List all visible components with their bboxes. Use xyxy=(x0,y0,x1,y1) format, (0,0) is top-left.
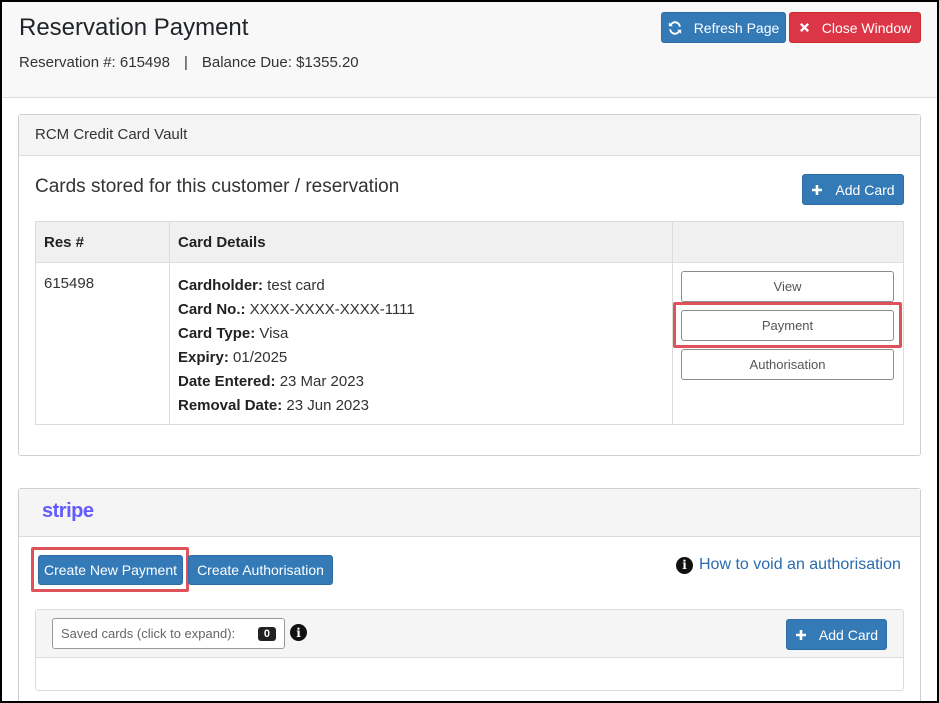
info-icon: i xyxy=(676,556,693,574)
create-authorisation-button[interactable]: Create Authorisation xyxy=(188,555,333,585)
expiry-line: Expiry: 01/2025 xyxy=(178,346,415,370)
add-card-label: Add Card xyxy=(835,181,895,198)
cardholder-label: Cardholder: xyxy=(178,277,264,294)
expiry-value: 01/2025 xyxy=(228,349,288,366)
page-header: Reservation Payment Reservation #: 61549… xyxy=(2,2,937,98)
table-row: 615498 Cardholder: test card Card No.: X… xyxy=(36,263,903,424)
saved-cards-label: Saved cards (click to expand): xyxy=(61,626,236,641)
saved-cards-section: Saved cards (click to expand): 0 i Add C… xyxy=(35,609,904,691)
refresh-page-label: Refresh Page xyxy=(693,19,780,36)
refresh-icon xyxy=(668,20,682,35)
add-card-button[interactable]: Add Card xyxy=(802,174,904,205)
cardholder-value: test card xyxy=(263,277,325,294)
page-title: Reservation Payment xyxy=(19,14,249,41)
saved-cards-info-icon[interactable]: i xyxy=(290,624,307,641)
summary-separator: | xyxy=(183,54,188,71)
stripe-panel: stripe Create New Payment Create Authori… xyxy=(18,488,921,701)
reservation-number: Reservation #: 615498 xyxy=(19,54,170,71)
expiry-label: Expiry: xyxy=(178,349,229,366)
stripe-add-card-label: Add Card xyxy=(818,626,879,643)
refresh-page-button[interactable]: Refresh Page xyxy=(661,12,786,43)
card-vault-panel: RCM Credit Card Vault Cards stored for t… xyxy=(18,114,921,456)
close-icon xyxy=(799,22,810,33)
stored-cards-title: Cards stored for this customer / reserva… xyxy=(35,176,400,197)
stripe-logo: stripe xyxy=(42,500,94,522)
table-header-row: Res # Card Details xyxy=(36,222,903,263)
saved-cards-bar: Saved cards (click to expand): 0 i Add C… xyxy=(36,610,903,658)
view-card-button[interactable]: View xyxy=(681,271,894,302)
card-number-label: Card No.: xyxy=(178,301,246,318)
card-type-value: Visa xyxy=(255,325,289,342)
window-frame: Reservation Payment Reservation #: 61549… xyxy=(0,0,939,703)
removal-date-label: Removal Date: xyxy=(178,397,283,414)
card-vault-heading: RCM Credit Card Vault xyxy=(19,115,920,156)
res-number-cell: 615498 xyxy=(44,275,95,292)
plus-icon xyxy=(795,629,807,641)
card-number-value: XXXX-XXXX-XXXX-1111 xyxy=(245,301,415,318)
table-header-res: Res # xyxy=(44,234,85,251)
card-details-cell: Cardholder: test card Card No.: XXXX-XXX… xyxy=(178,274,415,418)
payment-button[interactable]: Payment xyxy=(681,310,894,341)
removal-date-value: 23 Jun 2023 xyxy=(282,397,369,414)
saved-cards-toggle[interactable]: Saved cards (click to expand): 0 xyxy=(52,618,285,649)
saved-cards-count-badge: 0 xyxy=(257,627,276,641)
date-entered-label: Date Entered: xyxy=(178,373,276,390)
plus-icon xyxy=(811,184,823,196)
date-entered-value: 23 Mar 2023 xyxy=(275,373,364,390)
stored-cards-table: Res # Card Details 615498 Cardholder: te… xyxy=(35,221,904,425)
table-header-card-details: Card Details xyxy=(178,234,266,251)
stripe-add-card-button[interactable]: Add Card xyxy=(786,619,887,650)
create-new-payment-button[interactable]: Create New Payment xyxy=(38,555,183,585)
stripe-heading: stripe xyxy=(19,489,920,537)
close-window-button[interactable]: Close Window xyxy=(789,12,921,43)
cardholder-line: Cardholder: test card xyxy=(178,274,415,298)
date-entered-line: Date Entered: 23 Mar 2023 xyxy=(178,370,415,394)
removal-date-line: Removal Date: 23 Jun 2023 xyxy=(178,394,415,418)
void-authorisation-label: How to void an authorisation xyxy=(699,556,901,573)
card-type-label: Card Type: xyxy=(178,325,256,342)
reservation-summary: Reservation #: 615498 | Balance Due: $1355… xyxy=(19,54,359,71)
balance-due: Balance Due: $1355.20 xyxy=(201,54,359,71)
authorisation-button[interactable]: Authorisation xyxy=(681,349,894,380)
card-number-line: Card No.: XXXX-XXXX-XXXX-1111 xyxy=(178,298,415,322)
close-window-label: Close Window xyxy=(821,19,912,36)
void-authorisation-link[interactable]: i How to void an authorisation xyxy=(676,556,901,574)
card-type-line: Card Type: Visa xyxy=(178,322,415,346)
